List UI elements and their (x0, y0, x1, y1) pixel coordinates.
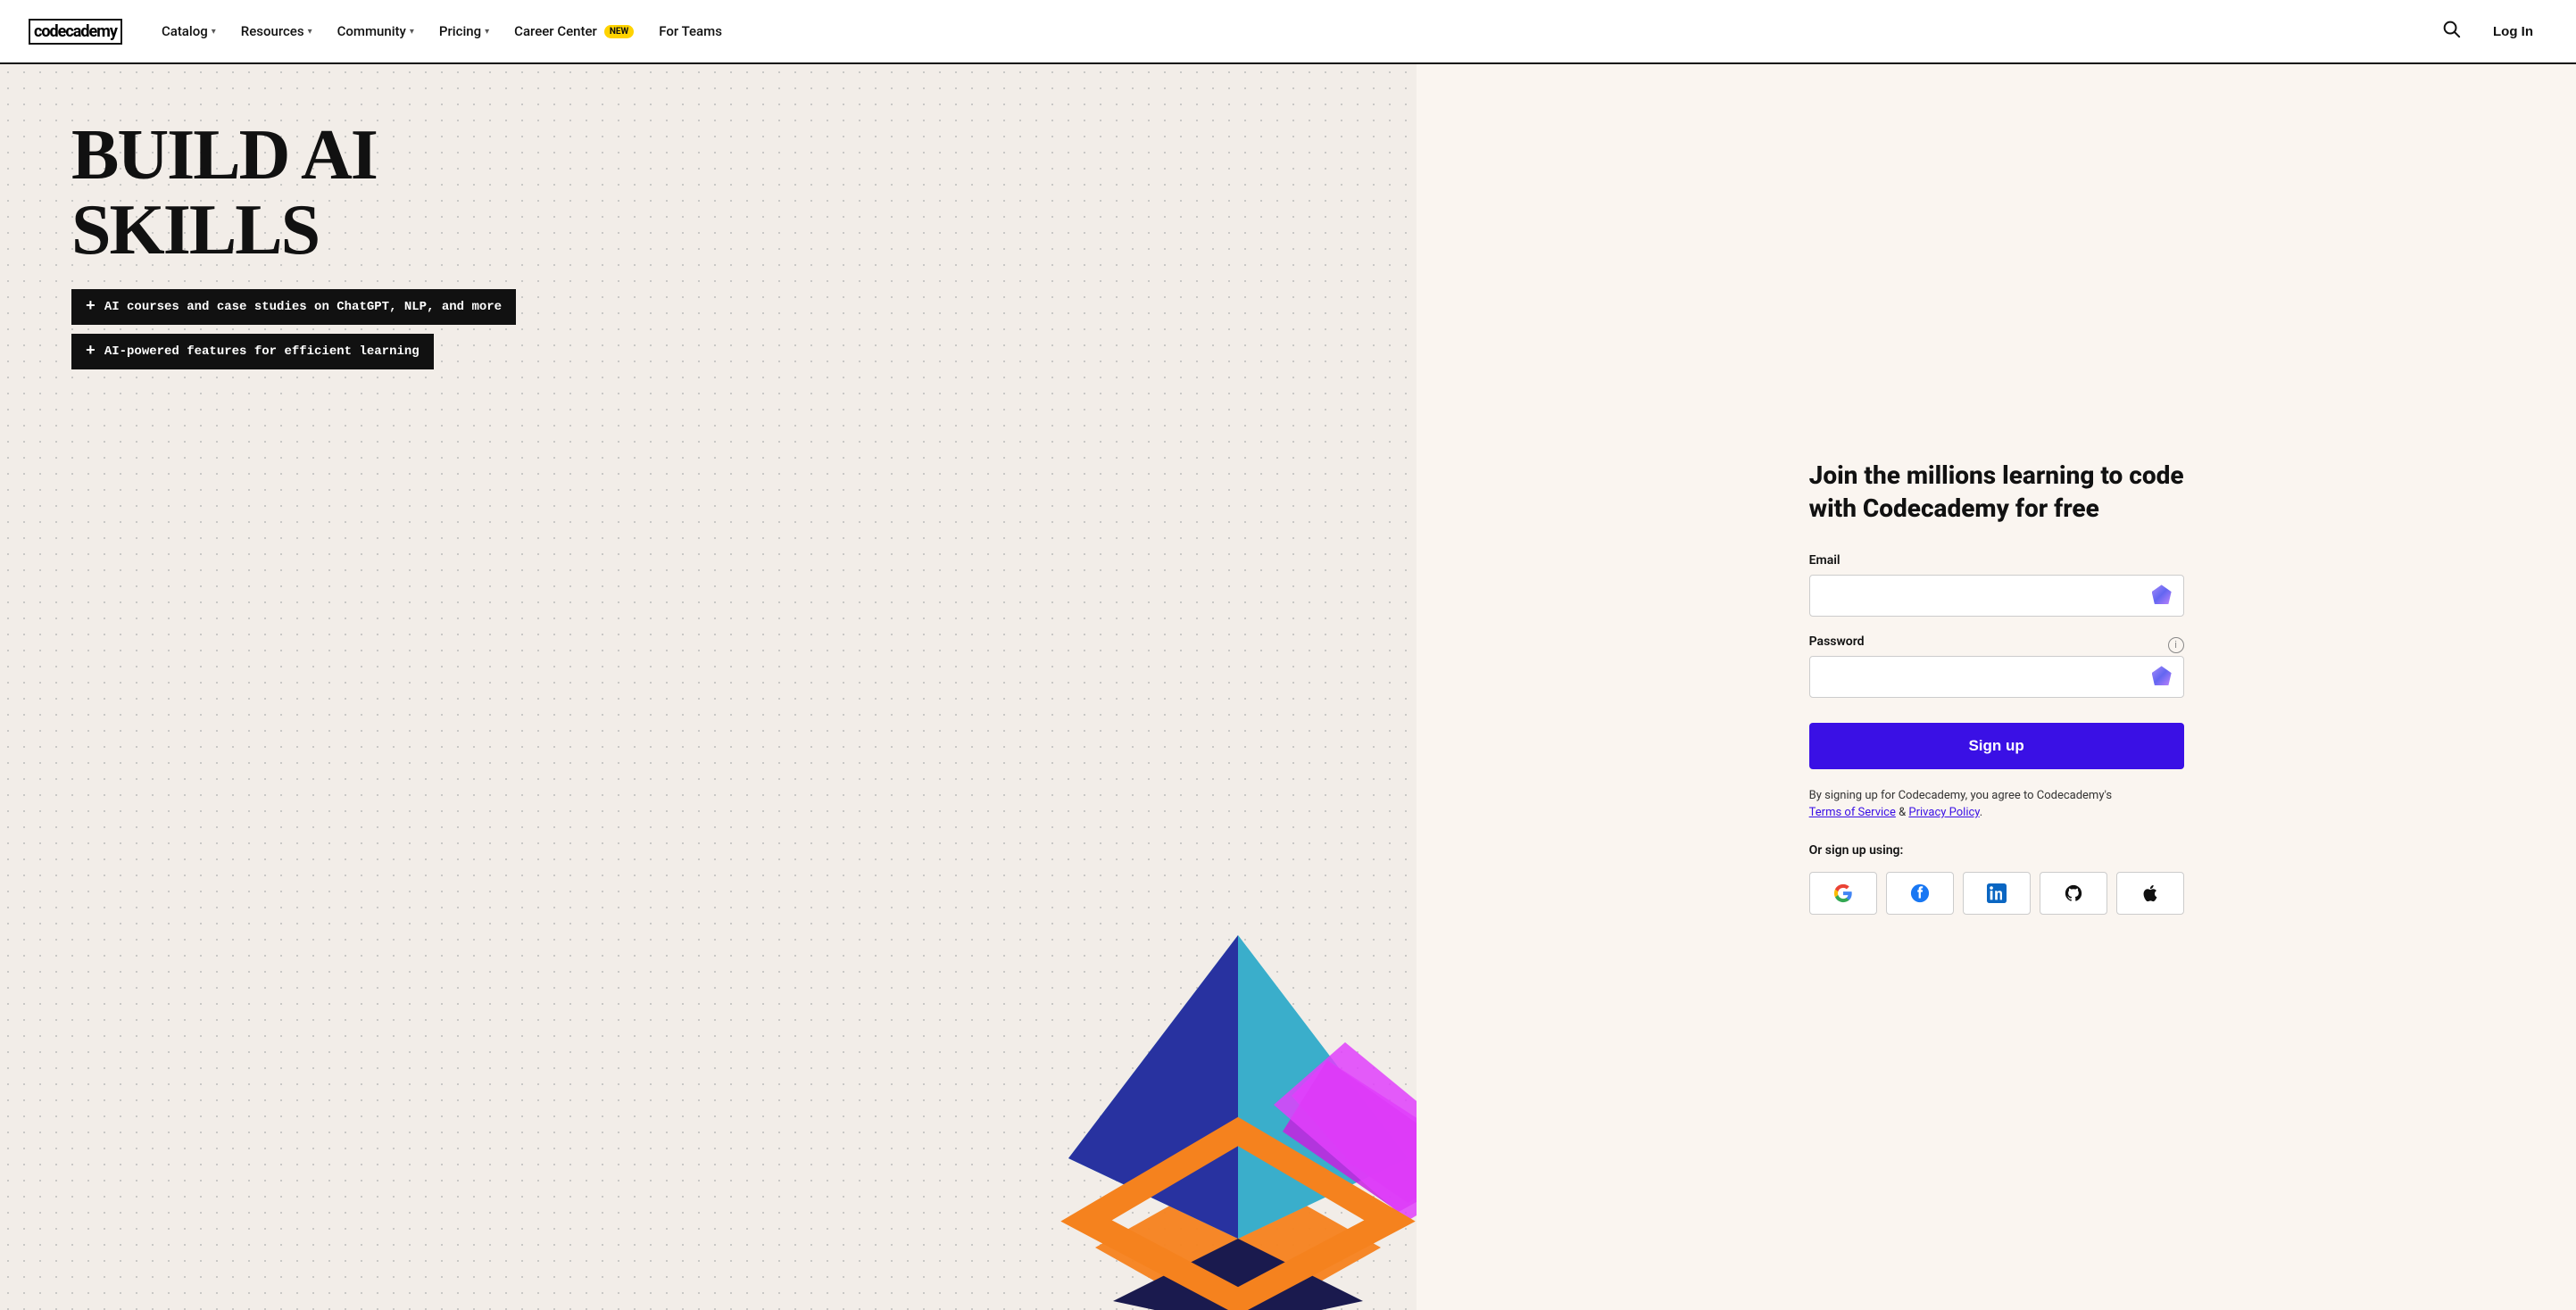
signup-button[interactable]: Sign up (1809, 723, 2184, 769)
password-gem-icon (2152, 666, 2173, 687)
bullet-item: + AI courses and case studies on ChatGPT,… (71, 289, 516, 325)
nav-link-career-center[interactable]: Career Center NEW (503, 16, 644, 46)
nav-link-label-resources: Resources (241, 23, 304, 39)
nav-link-resources[interactable]: Resources ▾ (230, 16, 323, 46)
privacy-policy-link[interactable]: Privacy Policy (1908, 806, 1979, 819)
nav-link-label-community: Community (337, 23, 406, 39)
google-signup-button[interactable] (1809, 872, 1877, 915)
signup-section: Join the millions learning to code with … (1417, 64, 2576, 1310)
main-content: BUILD AI SKILLS + AI courses and case stu… (0, 64, 2576, 1310)
hero-title: BUILD AI SKILLS (71, 118, 1363, 268)
info-icon[interactable]: i (2168, 637, 2184, 653)
linkedin-signup-button[interactable] (1963, 872, 2031, 915)
nav-badge-career-center: NEW (604, 25, 634, 38)
nav-link-pricing[interactable]: Pricing ▾ (428, 16, 500, 46)
bullet-item: + AI-powered features for efficient learn… (71, 334, 434, 369)
email-field-group: Email (1809, 553, 2184, 617)
email-label: Email (1809, 553, 2184, 568)
chevron-down-icon-catalog: ▾ (212, 27, 216, 37)
bullet-plus-icon: + (86, 343, 96, 361)
password-input[interactable] (1809, 656, 2184, 698)
hero-bullets: + AI courses and case studies on ChatGPT,… (71, 289, 1363, 369)
nav-link-label-career-center: Career Center (514, 23, 597, 39)
or-divider: Or sign up using: (1809, 843, 2184, 858)
social-buttons (1809, 872, 2184, 915)
nav-link-label-for-teams: For Teams (659, 23, 722, 39)
hero-section: BUILD AI SKILLS + AI courses and case stu… (0, 64, 1417, 1310)
nav-right: Log In (2441, 17, 2547, 46)
password-label: Password (1809, 634, 1865, 649)
logo[interactable]: codecademy (29, 19, 122, 45)
email-input-wrap (1809, 575, 2184, 617)
chevron-down-icon-pricing: ▾ (485, 27, 489, 37)
nav-link-catalog[interactable]: Catalog ▾ (151, 16, 227, 46)
nav-link-label-catalog: Catalog (162, 23, 208, 39)
github-signup-button[interactable] (2040, 872, 2107, 915)
chevron-down-icon-community: ▾ (410, 27, 414, 37)
signup-title: Join the millions learning to code with … (1809, 460, 2184, 525)
password-input-wrap (1809, 656, 2184, 698)
nav-link-label-pricing: Pricing (439, 23, 481, 39)
logo-cademy: cademy (65, 22, 117, 41)
email-input[interactable] (1809, 575, 2184, 617)
bullet-text: AI-powered features for efficient learni… (104, 344, 420, 359)
bullet-plus-icon: + (86, 298, 96, 316)
signup-panel: Join the millions learning to code with … (1809, 460, 2184, 915)
apple-signup-button[interactable] (2116, 872, 2184, 915)
terms-of-service-link[interactable]: Terms of Service (1809, 806, 1896, 819)
navbar: codecademy Catalog▾Resources▾Community▾P… (0, 0, 2576, 64)
nav-links: Catalog ▾ Resources ▾ Community ▾ Pricing ▾ Care… (151, 16, 2441, 46)
search-button[interactable] (2441, 19, 2461, 44)
pyramid-illustration (1024, 864, 1417, 1310)
nav-link-for-teams[interactable]: For Teams (648, 16, 733, 46)
logo-code: code (34, 22, 65, 41)
nav-link-community[interactable]: Community ▾ (327, 16, 425, 46)
login-button[interactable]: Log In (2479, 17, 2547, 46)
password-field-group: Password i (1809, 634, 2184, 698)
bullet-text: AI courses and case studies on ChatGPT, … (104, 300, 502, 314)
facebook-signup-button[interactable] (1886, 872, 1954, 915)
terms-text: By signing up for Codecademy, you agree … (1809, 787, 2184, 822)
chevron-down-icon-resources: ▾ (308, 27, 312, 37)
email-gem-icon (2152, 585, 2173, 606)
